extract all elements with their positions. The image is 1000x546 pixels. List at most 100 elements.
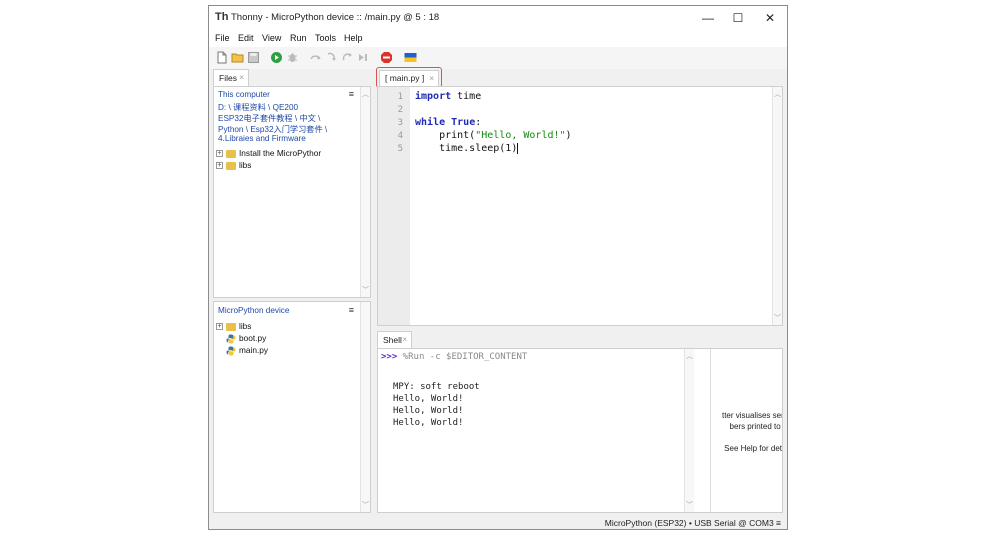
python-file-icon	[226, 346, 236, 356]
line-number-gutter: 1 2 3 4 5	[378, 87, 410, 325]
path-line[interactable]: 4.Libraies and Firmware	[218, 134, 306, 143]
expand-icon[interactable]: +	[216, 323, 223, 331]
shell-output-line: Hello, World!	[393, 394, 464, 404]
shell-output-line: Hello, World!	[393, 406, 464, 416]
shell-output-line: Hello, World!	[393, 418, 464, 428]
code-line-1[interactable]: import time	[415, 91, 481, 102]
new-file-icon[interactable]	[215, 51, 228, 64]
menu-view[interactable]: View	[262, 33, 281, 43]
folder-icon	[226, 149, 236, 158]
keyword: while	[415, 117, 446, 128]
shell-panel[interactable]: >>> %Run -c $EDITOR_CONTENT MPY: soft re…	[377, 348, 783, 513]
tree-row-boot-py[interactable]: boot.py	[226, 333, 266, 345]
this-computer-title[interactable]: This computer	[218, 90, 270, 99]
thonny-window: Th Thonny - MicroPython device :: /main.…	[208, 5, 788, 530]
menu-bar: File Edit View Run Tools Help	[209, 30, 787, 47]
shell-prompt: >>>	[381, 352, 398, 362]
scroll-up-icon[interactable]: ︿	[686, 351, 693, 361]
tree-row-install-folder[interactable]: + Install the MicroPythor	[216, 148, 321, 160]
tab-main-py[interactable]: [ main.py ] ×	[379, 70, 439, 86]
line-number: 5	[397, 144, 403, 154]
code-text: time.sleep(1)	[415, 143, 518, 154]
step-out-icon[interactable]	[341, 51, 354, 64]
plotter-info-line: See Help for details	[724, 444, 782, 453]
tab-shell[interactable]: Shell ×	[377, 331, 412, 348]
code-text: )	[565, 130, 572, 141]
tree-item-label: libs	[239, 160, 252, 170]
device-files-panel: MicroPython device ≡ + libs boot.py main.…	[213, 301, 371, 513]
editor-scrollbar[interactable]: ︿ ﹀	[772, 87, 782, 325]
plotter-info-line: bers printed to the	[729, 422, 782, 431]
tab-shell-close-icon[interactable]: ×	[402, 332, 407, 348]
step-over-icon[interactable]	[309, 51, 322, 64]
tab-files-close-icon[interactable]: ×	[239, 70, 244, 86]
shell-command: %Run -c $EDITOR_CONTENT	[397, 352, 528, 362]
tree-row-libs[interactable]: + libs	[216, 160, 251, 172]
folder-icon	[226, 161, 236, 170]
save-icon[interactable]	[247, 51, 260, 64]
menu-help[interactable]: Help	[344, 33, 363, 43]
menu-edit[interactable]: Edit	[238, 33, 254, 43]
tree-item-label: boot.py	[239, 333, 267, 343]
scroll-down-icon[interactable]: ﹀	[362, 285, 369, 295]
this-computer-menu-icon[interactable]: ≡	[349, 89, 354, 99]
files-scrollbar[interactable]: ︿ ﹀	[360, 87, 370, 297]
tab-files-label: Files	[219, 73, 237, 83]
shell-output-line: MPY: soft reboot	[393, 382, 480, 392]
tree-row-device-libs[interactable]: + libs	[216, 321, 251, 333]
tab-main-py-close-icon[interactable]: ×	[429, 71, 434, 86]
python-file-icon	[226, 334, 236, 344]
ukraine-flag-icon[interactable]	[404, 51, 417, 64]
plotter-info-line: tter visualises series	[721, 411, 783, 420]
minimize-button[interactable]: —	[693, 8, 723, 28]
text-cursor	[517, 143, 519, 154]
line-number: 3	[397, 118, 403, 128]
scroll-down-icon[interactable]: ﹀	[686, 500, 693, 510]
toolbar	[209, 47, 787, 69]
line-number: 4	[397, 131, 403, 141]
code-text: :	[475, 117, 482, 128]
scroll-up-icon[interactable]: ︿	[362, 89, 369, 99]
code-editor[interactable]: 1 2 3 4 5 import time while True: print(…	[377, 86, 783, 326]
code-line-5[interactable]: time.sleep(1)	[415, 143, 519, 154]
resume-icon[interactable]	[357, 51, 370, 64]
device-menu-icon[interactable]: ≡	[349, 305, 354, 315]
code-text: print(	[415, 130, 476, 141]
menu-run[interactable]: Run	[290, 33, 307, 43]
shell-command-line[interactable]: >>> %Run -c $EDITOR_CONTENT	[381, 352, 527, 362]
line-number: 2	[397, 105, 403, 115]
tab-files[interactable]: Files ×	[213, 69, 249, 86]
thonny-app-icon: Th	[215, 11, 229, 23]
menu-tools[interactable]: Tools	[315, 33, 336, 43]
interpreter-status[interactable]: MicroPython (ESP32) • USB Serial @ COM3 …	[605, 518, 781, 528]
expand-icon[interactable]: +	[216, 150, 223, 158]
shell-scrollbar[interactable]: ︿ ﹀	[684, 349, 694, 512]
maximize-button[interactable]: ☐	[723, 8, 753, 28]
scroll-up-icon[interactable]: ︿	[774, 89, 781, 99]
status-bar: MicroPython (ESP32) • USB Serial @ COM3 …	[209, 515, 787, 529]
plotter-pane: × tter visualises series bers printed to…	[710, 349, 783, 512]
device-scrollbar[interactable]: ﹀	[360, 302, 370, 512]
string-literal: "Hello, World!"	[475, 130, 566, 141]
device-title[interactable]: MicroPython device	[218, 306, 289, 315]
menu-file[interactable]: File	[215, 33, 230, 43]
stop-icon[interactable]	[380, 51, 393, 64]
debug-icon[interactable]	[286, 51, 299, 64]
tab-main-py-label: [ main.py ]	[385, 73, 425, 83]
line-number: 1	[397, 92, 403, 102]
step-into-icon[interactable]	[325, 51, 338, 64]
expand-icon[interactable]: +	[216, 162, 223, 170]
code-text: time	[451, 91, 482, 102]
this-computer-panel: This computer ≡ D: \ 课程资料 \ QE200 ESP32电…	[213, 86, 371, 298]
tree-item-label: main.py	[239, 345, 269, 355]
code-line-3[interactable]: while True:	[415, 117, 481, 128]
scroll-down-icon[interactable]: ﹀	[362, 500, 369, 510]
open-file-icon[interactable]	[231, 51, 244, 64]
close-window-button[interactable]: ✕	[755, 8, 785, 28]
tree-row-main-py[interactable]: main.py	[226, 345, 268, 357]
scroll-down-icon[interactable]: ﹀	[774, 313, 781, 323]
run-icon[interactable]	[270, 51, 283, 64]
code-line-4[interactable]: print("Hello, World!")	[415, 130, 572, 141]
folder-icon	[226, 322, 236, 331]
tree-item-label: libs	[239, 321, 252, 331]
